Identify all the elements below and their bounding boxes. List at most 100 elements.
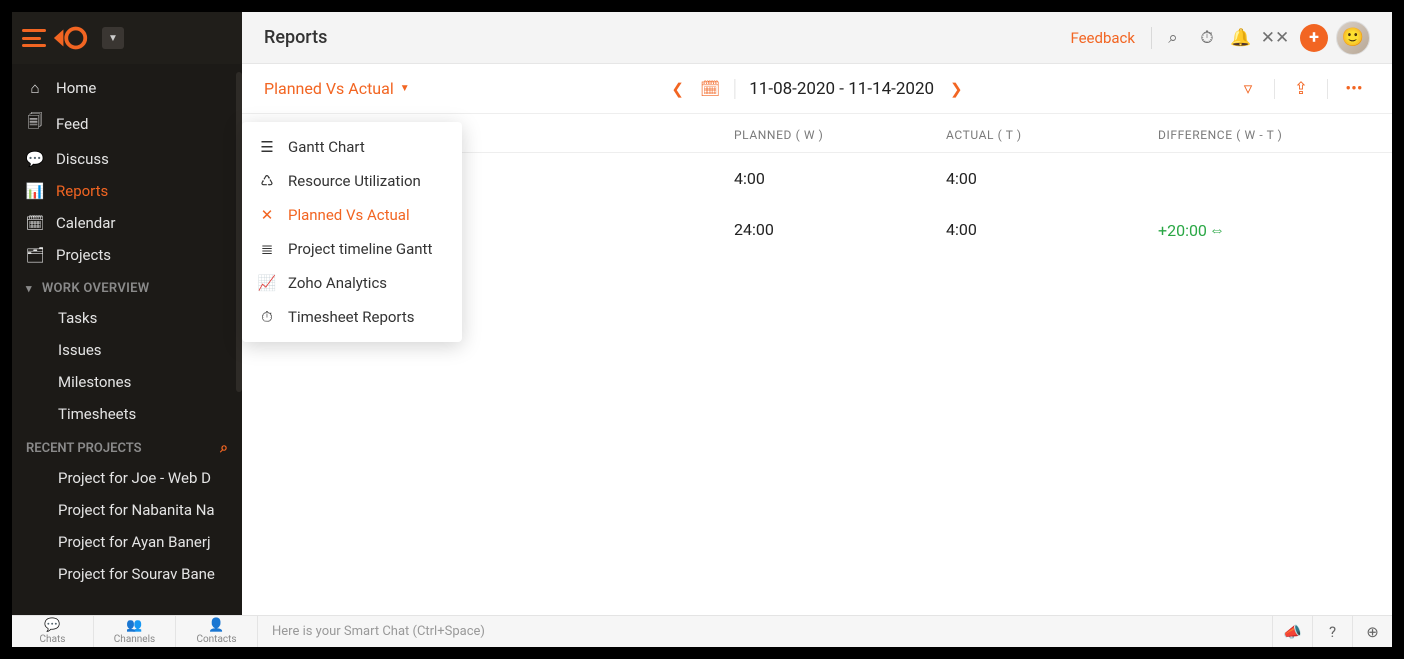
feed-icon: 🗐 [26, 111, 44, 136]
resource-icon: ♺ [258, 172, 276, 190]
col-planned: PLANNED ( W ) [734, 128, 946, 142]
chevron-down-icon: ▾ [26, 282, 32, 295]
tools-icon[interactable]: ✕✕ [1258, 21, 1292, 55]
channels-icon: 👥 [126, 618, 142, 633]
search-icon[interactable]: ⌕ [1156, 21, 1190, 55]
nav-reports[interactable]: 📊 Reports [12, 175, 242, 207]
divider [1327, 79, 1328, 99]
nav-label: Discuss [56, 150, 109, 168]
cell-difference [1158, 169, 1370, 188]
dd-label: Gantt Chart [288, 138, 365, 156]
sub-milestones[interactable]: Milestones [12, 366, 242, 398]
nav-feed[interactable]: 🗐 Feed [12, 104, 242, 143]
dd-resource-utilization[interactable]: ♺ Resource Utilization [242, 164, 462, 198]
recent-project-item[interactable]: Project for Nabanita Na [12, 494, 242, 526]
timeline-icon: ≣ [258, 240, 276, 258]
sub-tasks[interactable]: Tasks [12, 302, 242, 334]
recent-project-item[interactable]: Project for Joe - Web D [12, 462, 242, 494]
report-table: PLANNED ( W ) ACTUAL ( T ) DIFFERENCE ( … [242, 114, 1392, 615]
analytics-icon: 📈 [258, 274, 276, 292]
swap-icon: ⇔ [1209, 220, 1225, 240]
picker-label: Planned Vs Actual [264, 79, 394, 98]
nav-label: Reports [56, 182, 108, 200]
home-icon: ⌂ [26, 79, 44, 97]
avatar[interactable]: 🙂 [1336, 21, 1370, 55]
chat-icon: 💬 [44, 618, 60, 633]
announce-icon[interactable]: 📣 [1272, 616, 1312, 647]
report-subheader: Planned Vs Actual ▼ ❮ 🗓 11-08-2020 - 11-… [242, 64, 1392, 114]
report-type-picker[interactable]: Planned Vs Actual ▼ [264, 79, 410, 98]
dd-label: Planned Vs Actual [288, 206, 410, 224]
topbar: Reports Feedback ⌕ ⏱ 🔔 ✕✕ + 🙂 [242, 12, 1392, 64]
reports-icon: 📊 [26, 182, 44, 200]
calendar-icon: 🗓 [26, 214, 44, 232]
gantt-icon: ☰ [258, 138, 276, 156]
next-range-icon[interactable]: ❯ [946, 76, 967, 102]
planned-actual-icon: ✕ [258, 206, 276, 224]
page-title: Reports [264, 27, 327, 48]
nav-label: Home [56, 79, 96, 97]
dd-gantt-chart[interactable]: ☰ Gantt Chart [242, 130, 462, 164]
nav-home[interactable]: ⌂ Home [12, 72, 242, 104]
contacts-icon: 👤 [208, 618, 224, 633]
dd-label: Project timeline Gantt [288, 240, 432, 258]
export-icon[interactable]: ⇪ [1285, 73, 1317, 105]
col-actual: ACTUAL ( T ) [946, 128, 1158, 142]
hamburger-icon[interactable] [22, 29, 46, 47]
dd-timesheet-reports[interactable]: ⏱ Timesheet Reports [242, 300, 462, 334]
sub-issues[interactable]: Issues [12, 334, 242, 366]
sidebar: ▼ ⌂ Home 🗐 Feed 💬 Discuss 📊 Reports 🗓 Calenda… [12, 12, 242, 615]
nav-label: Projects [56, 246, 111, 264]
logo[interactable] [52, 23, 90, 53]
dd-label: Resource Utilization [288, 172, 421, 190]
nav-projects[interactable]: 🗂 Projects [12, 239, 242, 271]
projects-icon: 🗂 [26, 246, 44, 264]
footer-tab-channels[interactable]: 👥Channels [94, 616, 176, 647]
section-label: WORK OVERVIEW [42, 281, 150, 296]
zoom-icon[interactable]: ⊕ [1352, 616, 1392, 647]
notifications-icon[interactable]: 🔔 [1224, 21, 1258, 55]
more-icon[interactable]: ••• [1338, 73, 1370, 105]
section-label: RECENT PROJECTS [26, 441, 142, 456]
search-icon[interactable]: ⌕ [220, 440, 228, 456]
nav-label: Calendar [56, 214, 116, 232]
dd-zoho-analytics[interactable]: 📈Zoho Analytics [242, 266, 462, 300]
timer-icon[interactable]: ⏱ [1190, 21, 1224, 55]
cell-actual: 4:00 [946, 220, 1158, 240]
date-range[interactable]: 11-08-2020 - 11-14-2020 [734, 79, 934, 99]
dd-label: Timesheet Reports [288, 308, 415, 326]
footer-tab-chats[interactable]: 💬Chats [12, 616, 94, 647]
help-icon[interactable]: ? [1312, 616, 1352, 647]
add-button[interactable]: + [1300, 24, 1328, 52]
recent-project-item[interactable]: Project for Ayan Banerj [12, 526, 242, 558]
footer-bar: 💬Chats 👥Channels 👤Contacts Here is your … [12, 615, 1392, 647]
cell-actual: 4:00 [946, 169, 1158, 188]
divider [1274, 79, 1275, 99]
feedback-link[interactable]: Feedback [1070, 29, 1135, 47]
workspace-dropdown[interactable]: ▼ [102, 27, 124, 49]
work-overview-header[interactable]: ▾ WORK OVERVIEW [12, 271, 242, 302]
cell-planned: 4:00 [734, 169, 946, 188]
stopwatch-icon: ⏱ [258, 308, 276, 326]
calendar-icon[interactable]: 🗓 [700, 79, 720, 98]
discuss-icon: 💬 [26, 150, 44, 168]
divider [1151, 27, 1152, 49]
recent-projects-header: RECENT PROJECTS ⌕ [12, 430, 242, 462]
cell-planned: 24:00 [734, 220, 946, 240]
cell-difference: +20:00⇔ [1158, 220, 1370, 240]
report-type-dropdown: ☰ Gantt Chart ♺ Resource Utilization ✕ Plan… [242, 122, 462, 342]
footer-tab-label: Chats [40, 634, 66, 645]
nav-discuss[interactable]: 💬 Discuss [12, 143, 242, 175]
footer-tab-contacts[interactable]: 👤Contacts [176, 616, 258, 647]
nav-calendar[interactable]: 🗓 Calendar [12, 207, 242, 239]
smart-chat-input[interactable]: Here is your Smart Chat (Ctrl+Space) [258, 624, 1272, 639]
dd-planned-vs-actual[interactable]: ✕ Planned Vs Actual [242, 198, 462, 232]
prev-range-icon[interactable]: ❮ [667, 76, 688, 102]
filter-icon[interactable]: ▿ [1232, 73, 1264, 105]
nav-label: Feed [56, 115, 89, 133]
caret-down-icon: ▼ [400, 83, 410, 94]
sub-timesheets[interactable]: Timesheets [12, 398, 242, 430]
dd-project-timeline-gantt[interactable]: ≣ Project timeline Gantt [242, 232, 462, 266]
recent-project-item[interactable]: Project for Sourav Bane [12, 558, 242, 590]
footer-tab-label: Channels [114, 634, 155, 645]
